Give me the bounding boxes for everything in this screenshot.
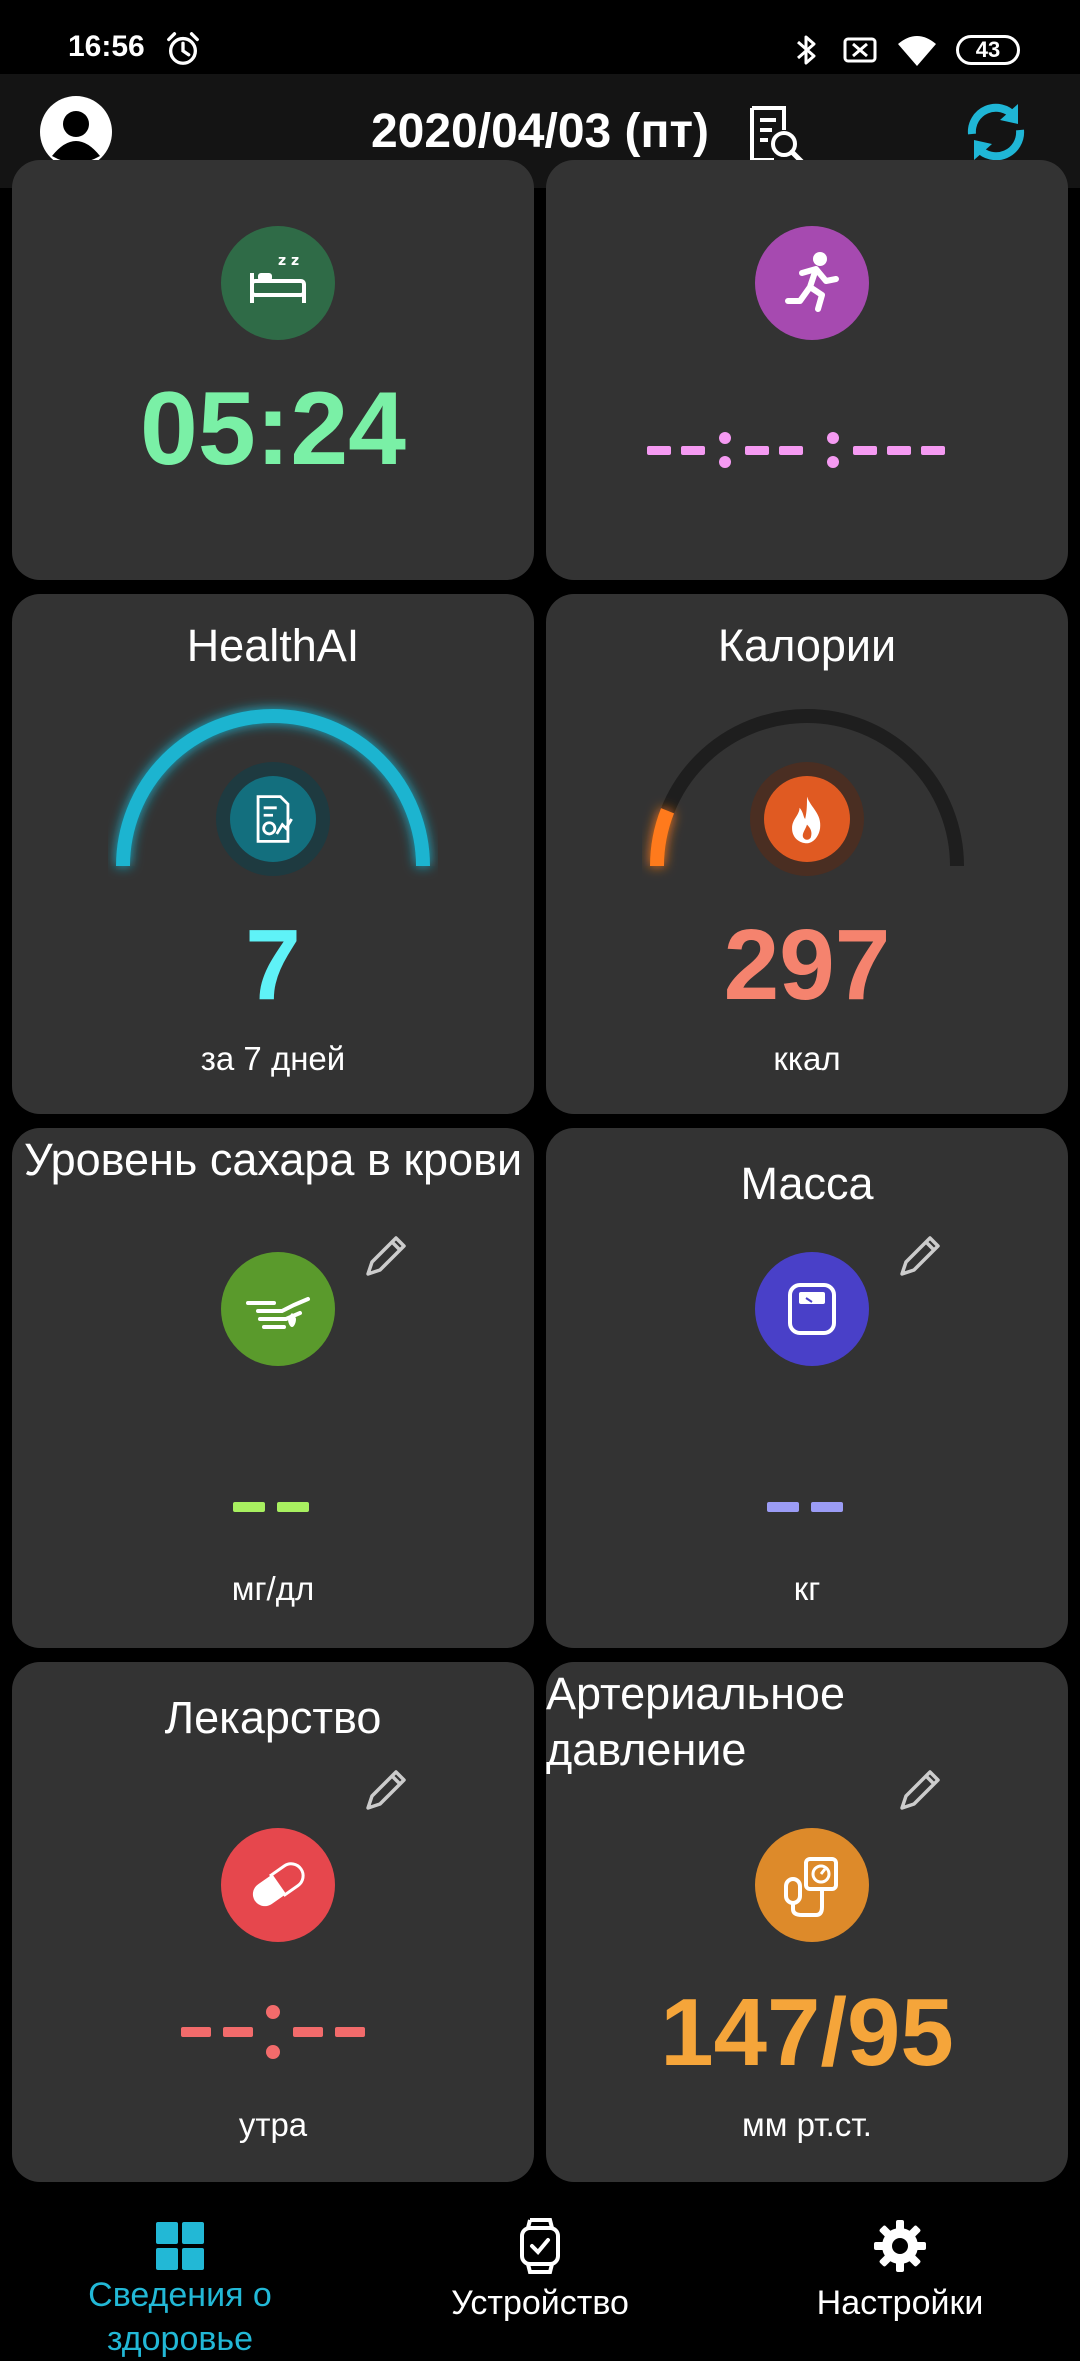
report-icon	[256, 795, 293, 843]
weight-icon-circle	[755, 1252, 869, 1366]
edit-pencil-icon[interactable]	[358, 1762, 414, 1818]
gear-icon	[874, 2220, 926, 2272]
flame-icon	[792, 796, 821, 844]
nav-settings[interactable]: Настройки	[760, 2192, 1040, 2340]
healthai-value: 7	[245, 909, 301, 1021]
exercise-icon-circle	[755, 226, 869, 340]
exercise-dashes	[647, 432, 945, 468]
blood-pressure-value: 147/95	[660, 1979, 954, 2086]
calories-card[interactable]: Калории 297 ккал	[546, 594, 1068, 1114]
grid-icon	[156, 2222, 204, 2270]
nav-health-info-label: Сведения о здоровье	[88, 2276, 272, 2358]
bluetooth-icon	[797, 35, 816, 65]
scale-icon	[788, 1283, 836, 1335]
nav-device-label: Устройство	[451, 2284, 629, 2322]
sleep-card[interactable]: z z 05:24	[12, 160, 534, 580]
date-title[interactable]: 2020/04/03 (пт)	[0, 104, 1080, 159]
medicine-unit: утра	[238, 2106, 308, 2143]
weight-unit: кг	[793, 1570, 821, 1607]
exercise-placeholder	[546, 430, 1068, 470]
blood-pressure-title: Артериальное давление	[546, 1668, 845, 1775]
blood-sugar-title: Уровень сахара в крови	[24, 1134, 523, 1185]
blood-pressure-icon-circle	[755, 1828, 869, 1942]
healthai-unit: за 7 дней	[200, 1040, 346, 1077]
medicine-title: Лекарство	[164, 1692, 382, 1743]
search-document-icon[interactable]	[744, 102, 808, 166]
sleep-bed-icon: z z	[250, 253, 306, 303]
medicine-card[interactable]: Лекарство утра	[12, 1662, 534, 2182]
edit-pencil-icon[interactable]	[892, 1762, 948, 1818]
weight-dashes	[767, 1502, 843, 1512]
blood-sugar-unit: мг/дл	[231, 1570, 315, 1607]
svg-text:z z: z z	[278, 253, 299, 269]
calories-icon-circle	[750, 762, 864, 876]
blood-sugar-placeholder	[12, 1492, 534, 1522]
blood-sugar-dashes	[233, 1502, 309, 1512]
weight-placeholder	[546, 1492, 1068, 1522]
battery-icon: 43	[956, 35, 1020, 65]
blood-sugar-card[interactable]: Уровень сахара в крови мг/дл	[12, 1128, 534, 1648]
calories-unit: ккал	[773, 1040, 841, 1077]
healthai-title: HealthAI	[186, 620, 360, 671]
sync-icon[interactable]	[958, 94, 1034, 170]
edit-pencil-icon[interactable]	[358, 1228, 414, 1284]
sim-off-icon	[843, 37, 877, 63]
blood-pressure-icon	[784, 1857, 838, 1917]
avatar-icon	[42, 98, 110, 166]
blood-pressure-unit: мм рт.ст.	[742, 2106, 872, 2143]
nav-device[interactable]: Устройство	[400, 2192, 680, 2340]
healthai-card[interactable]: HealthAI 7 за 7 дней	[12, 594, 534, 1114]
blood-pressure-card[interactable]: Артериальное давление 147/95 мм рт.ст.	[546, 1662, 1068, 2182]
blood-sugar-icon-circle	[221, 1252, 335, 1366]
bottom-navigation: Сведения о здоровье Устройство Настройки	[0, 2192, 1080, 2358]
avatar[interactable]	[40, 96, 112, 168]
medicine-icon-circle	[221, 1828, 335, 1942]
status-time: 16:56	[68, 30, 145, 63]
running-icon	[785, 252, 839, 312]
sleep-value: 05:24	[140, 371, 406, 487]
battery-level: 43	[975, 37, 1001, 62]
medicine-dashes	[181, 2005, 365, 2059]
nav-settings-label: Настройки	[816, 2284, 984, 2322]
nav-health-info[interactable]: Сведения о здоровье	[40, 2192, 320, 2358]
status-icons: 43	[788, 30, 1020, 70]
weight-card[interactable]: Масса кг	[546, 1128, 1068, 1648]
weight-title: Масса	[740, 1158, 874, 1209]
healthai-icon-circle	[216, 762, 330, 876]
wifi-icon	[898, 36, 936, 66]
status-bar: 16:56 43	[0, 0, 1080, 74]
finger-drop-icon	[246, 1297, 310, 1329]
alarm-icon	[167, 32, 199, 65]
calories-title: Калории	[717, 620, 897, 671]
edit-pencil-icon[interactable]	[892, 1228, 948, 1284]
pill-icon	[252, 1859, 308, 1907]
watch-icon	[520, 2218, 560, 2274]
calories-value: 297	[723, 909, 891, 1021]
exercise-card[interactable]	[546, 160, 1068, 580]
sleep-icon-circle: z z	[221, 226, 335, 340]
medicine-placeholder	[12, 2002, 534, 2062]
